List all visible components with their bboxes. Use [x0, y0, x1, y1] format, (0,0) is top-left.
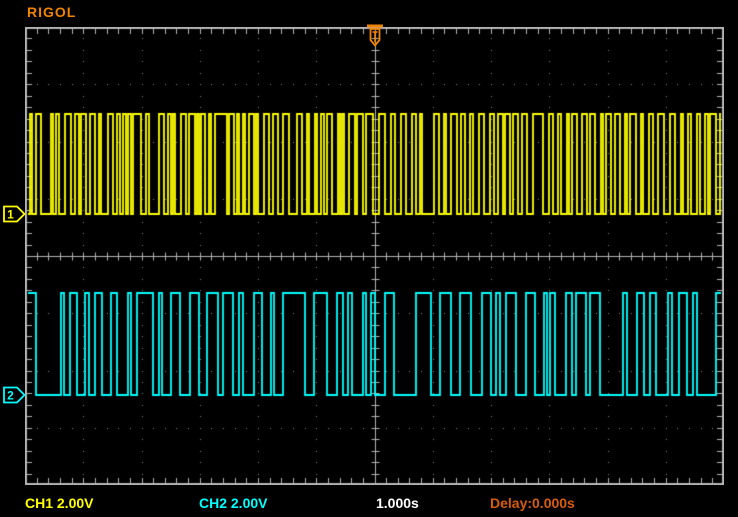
timebase-readout: 1.000s: [376, 495, 419, 511]
ch1-scale-readout: CH1 2.00V: [25, 495, 93, 511]
rigol-logo: RIGOL: [27, 4, 76, 20]
ch2-scale-readout: CH2 2.00V: [199, 495, 267, 511]
status-bar: CH1 2.00V CH2 2.00V 1.000s Delay:0.000s: [0, 493, 738, 517]
oscilloscope-screen: RIGOL 1 2 CH1 2.00V CH2 2.00V 1.000s Del…: [0, 0, 738, 517]
ch1-marker-label: 1: [7, 208, 14, 222]
delay-readout: Delay:0.000s: [490, 495, 575, 511]
ch2-ground-marker: 2: [3, 386, 26, 404]
ch1-ground-marker: 1: [3, 205, 26, 223]
trigger-position-marker: [367, 24, 383, 51]
ch2-marker-label: 2: [7, 389, 14, 403]
trigger-t-icon: [367, 24, 383, 51]
graticule-canvas: [25, 27, 724, 485]
